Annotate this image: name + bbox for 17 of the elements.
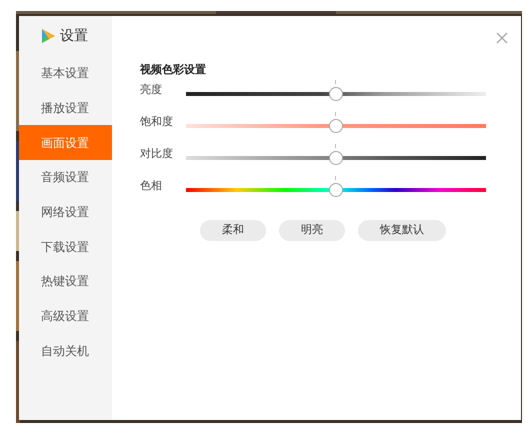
preset-button[interactable]: 恢复默认 — [358, 220, 446, 241]
sidebar-item[interactable]: 基本设置 — [19, 56, 112, 91]
sidebar-item[interactable]: 播放设置 — [19, 90, 112, 126]
preset-button[interactable]: 明亮 — [279, 220, 345, 241]
sidebar-item[interactable]: 自动关机 — [19, 334, 112, 368]
sidebar-item[interactable]: 网络设置 — [19, 194, 112, 230]
sidebar-item[interactable]: 高级设置 — [19, 298, 112, 334]
window-title: 设置 — [60, 26, 88, 46]
sidebar-item[interactable]: 音频设置 — [19, 160, 112, 195]
preset-button[interactable]: 柔和 — [200, 220, 266, 241]
section-title: 视频色彩设置 — [140, 62, 207, 78]
sidebar-item[interactable]: 下载设置 — [19, 229, 112, 264]
slider-label: 对比度 — [140, 146, 174, 162]
sidebar-item[interactable]: 热键设置 — [19, 264, 112, 299]
slider-label: 亮度 — [140, 82, 163, 98]
slider-label: 饱和度 — [140, 114, 174, 130]
slider-label: 色相 — [140, 178, 163, 194]
